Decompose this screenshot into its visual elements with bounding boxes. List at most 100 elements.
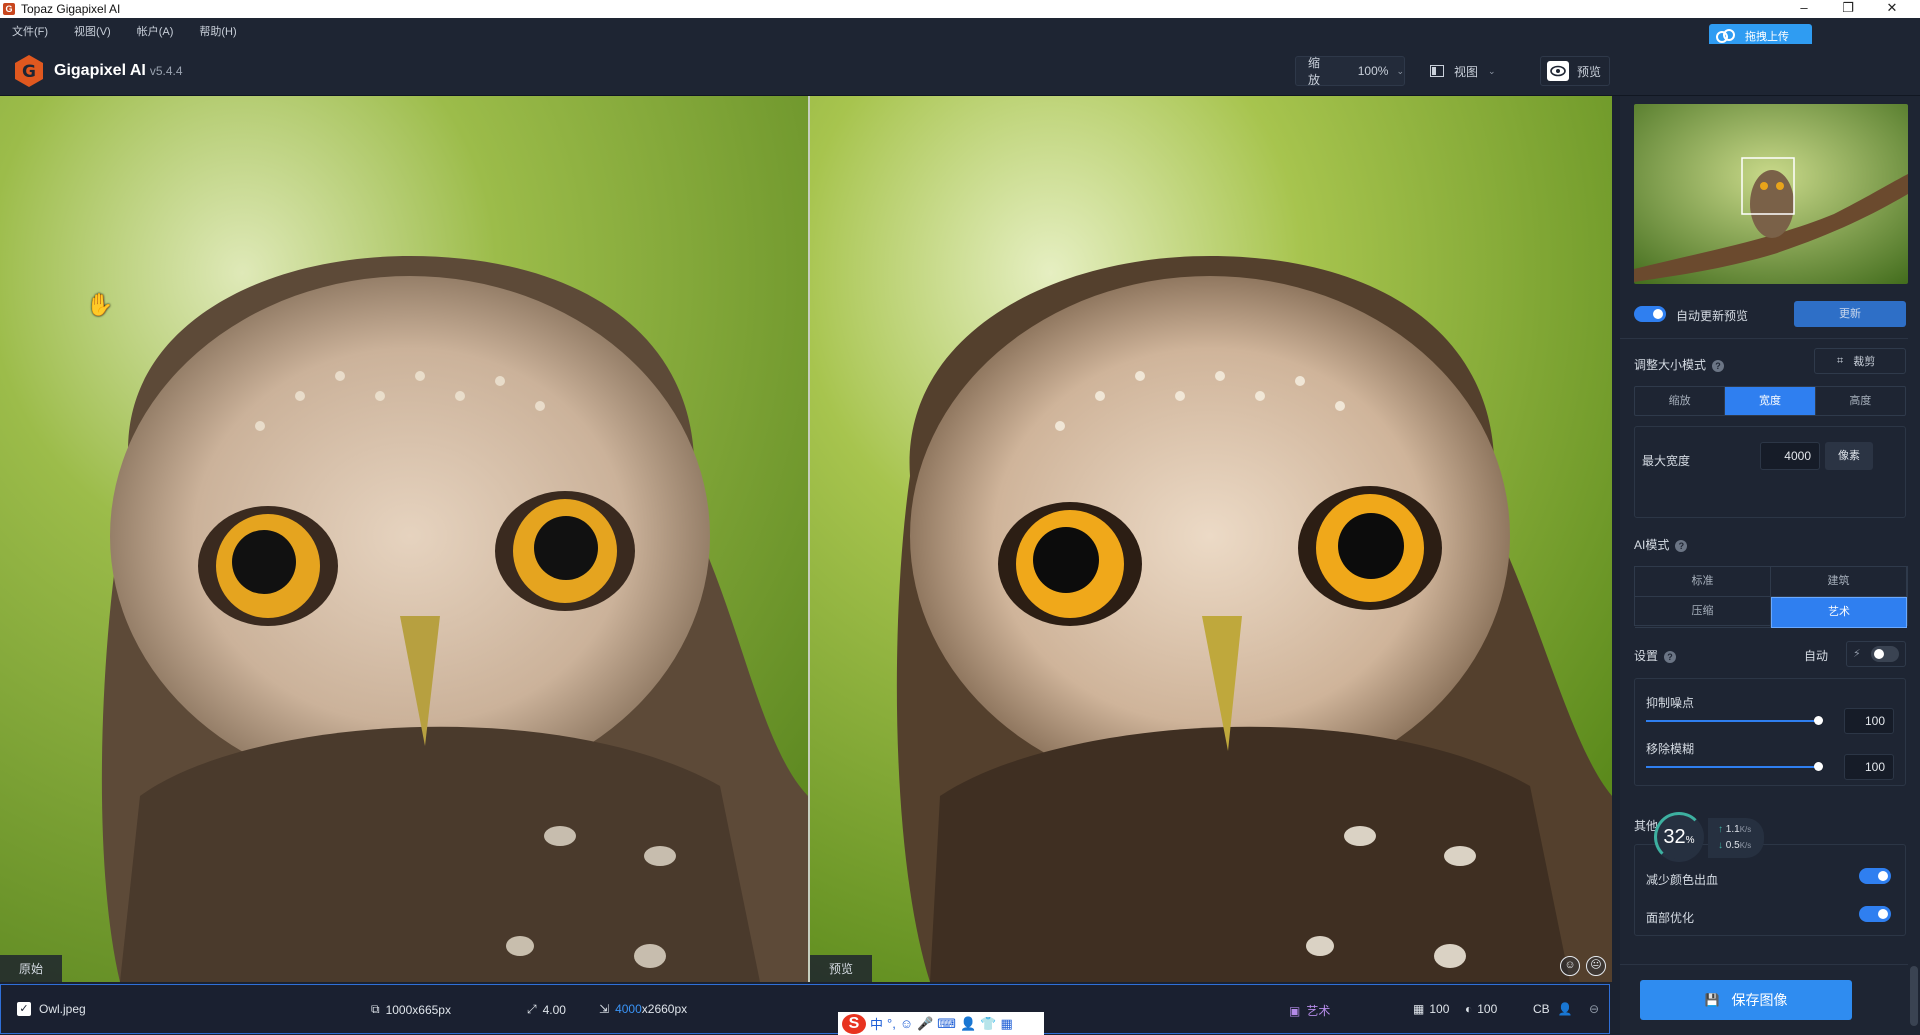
noise-icon: ▦ (1413, 1002, 1425, 1016)
max-width-input[interactable]: 4000 (1760, 442, 1820, 470)
menu-bar: 文件(F) 视图(V) 帐户(A) 帮助(H) (0, 18, 1920, 44)
view-dropdown[interactable]: 视图 ⌄ (1430, 56, 1510, 86)
zoom-dropdown[interactable]: 缩放 100% ⌄ (1295, 56, 1405, 87)
noise-slider-knob[interactable] (1814, 716, 1823, 725)
blur-status-value: 100 (1477, 1002, 1498, 1016)
navigator-thumbnail[interactable] (1634, 104, 1908, 284)
menu-account[interactable]: 帐户(A) (137, 23, 174, 39)
noise-status-value: 100 (1429, 1002, 1450, 1016)
art-mode-icon: ▣ (1289, 1003, 1301, 1018)
output-width: 4000 (615, 1002, 642, 1016)
checkbox-checked-icon[interactable]: ✓ (17, 1002, 31, 1016)
lightning-icon: ⚡ (1853, 648, 1861, 660)
split-view-icon (1430, 65, 1444, 77)
ime-user-icon[interactable]: 👤 (960, 1016, 976, 1032)
source-size: ⧉ 1000x665px (371, 1002, 451, 1017)
scale-factor: ⤢ 4.00 (527, 1002, 566, 1017)
upload-speed: 1.1 (1725, 824, 1740, 835)
blur-label: 移除模糊 (1646, 742, 1695, 756)
cpu-percent: 32 (1663, 826, 1686, 848)
original-image-pane[interactable]: 原始 ✋ (0, 96, 808, 982)
download-speed-unit: K/s (1739, 841, 1752, 850)
unit-button[interactable]: 像素 (1825, 442, 1873, 470)
output-size-icon: ⇲ (599, 1002, 610, 1016)
color-bleed-toggle[interactable] (1859, 868, 1891, 884)
resize-mode-scale[interactable]: 缩放 (1635, 387, 1726, 415)
auto-label: 自动 (1804, 649, 1829, 663)
file-select[interactable]: ✓ Owl.jpeg (17, 1002, 86, 1016)
ime-chinese[interactable]: 中 (870, 1014, 883, 1033)
cpu-usage-meter[interactable]: 32% (1654, 812, 1704, 862)
original-label: 原始 (0, 955, 63, 982)
noise-slider[interactable] (1646, 720, 1818, 722)
neutral-face-icon[interactable]: 😐 (1586, 956, 1606, 976)
crop-button[interactable]: ⌗ 裁剪 (1814, 348, 1906, 374)
blur-icon: ◐ (1465, 1002, 1473, 1016)
maximize-button[interactable]: ❐ (1830, 0, 1866, 18)
thumbnail-image (1634, 104, 1908, 284)
divider (1620, 964, 1920, 965)
blur-input[interactable]: 100 (1844, 754, 1894, 780)
ime-mic-icon[interactable]: 🎤 (917, 1016, 933, 1032)
auto-settings-toggle-wrap[interactable]: ⚡ (1846, 641, 1906, 667)
network-speed: ↑ 1.1K/s ↓ 0.5K/s (1708, 818, 1764, 858)
save-image-button[interactable]: 💾 保存图像 (1640, 980, 1852, 1020)
max-width-panel (1634, 426, 1906, 518)
drag-upload-label: 拖拽上传 (1745, 31, 1789, 43)
upload-arrow-icon: ↑ (1718, 824, 1726, 835)
ime-punct[interactable]: °, (887, 1016, 896, 1031)
ime-toolbar[interactable]: S 中 °, ☺ 🎤 ⌨ 👤 👕 ▦ (838, 1012, 1044, 1035)
ai-mode-art[interactable]: 艺术 (1771, 597, 1907, 628)
minimize-button[interactable]: – (1786, 0, 1822, 18)
crop-icon: ⌗ (1837, 354, 1844, 367)
close-button[interactable]: ✕ (1874, 0, 1910, 18)
divider (1620, 338, 1920, 339)
crop-label: 裁剪 (1853, 356, 1876, 368)
save-image-label: 保存图像 (1731, 992, 1788, 1008)
color-bleed-label: 减少颜色出血 (1646, 873, 1719, 887)
preview-image-pane[interactable]: 预览 ☺ 😐 (810, 96, 1612, 982)
output-size: ⇲ 4000 x2660px (599, 1002, 687, 1016)
source-size-icon: ⧉ (371, 1002, 380, 1016)
help-icon[interactable]: ? (1675, 540, 1688, 552)
settings-title: 设置? (1634, 647, 1677, 664)
ai-mode-standard[interactable]: 标准 (1635, 567, 1771, 597)
auto-update-toggle[interactable] (1634, 306, 1666, 322)
help-icon[interactable]: ? (1664, 651, 1677, 663)
blur-slider[interactable] (1646, 766, 1818, 768)
ime-keyboard-icon[interactable]: ⌨ (937, 1016, 956, 1032)
ai-mode-compressed[interactable]: 压缩 (1635, 597, 1771, 628)
menu-view[interactable]: 视图(V) (74, 23, 111, 39)
remove-image-icon[interactable]: ⊖ (1589, 1002, 1599, 1016)
upload-speed-unit: K/s (1739, 825, 1752, 834)
resize-mode-height[interactable]: 高度 (1816, 387, 1905, 415)
preview-pane-label: 预览 (810, 955, 873, 982)
menu-file[interactable]: 文件(F) (12, 23, 48, 39)
ime-grid-icon[interactable]: ▦ (1000, 1016, 1012, 1032)
image-status-bar[interactable]: ✓ Owl.jpeg ⧉ 1000x665px ⤢ 4.00 ⇲ 4000 x2… (0, 984, 1610, 1034)
title-bar: G Topaz Gigapixel AI – ❐ ✕ (0, 0, 1920, 18)
cloud-icon (1716, 29, 1735, 43)
smile-face-icon[interactable]: ☺ (1560, 956, 1580, 976)
download-speed: 0.5 (1725, 840, 1740, 851)
auto-settings-toggle[interactable] (1871, 646, 1899, 662)
ai-mode-grid: 标准 建筑 压缩 艺术 (1634, 566, 1908, 628)
face-refine-toggle[interactable] (1859, 906, 1891, 922)
noise-input[interactable]: 100 (1844, 708, 1894, 734)
resize-mode-width[interactable]: 宽度 (1725, 387, 1816, 415)
color-status: CB 👤 (1533, 1002, 1573, 1016)
ime-emoji-icon[interactable]: ☺ (900, 1016, 913, 1031)
menu-help[interactable]: 帮助(H) (199, 23, 236, 39)
help-icon[interactable]: ? (1712, 360, 1725, 372)
preview-toggle-button[interactable]: 预览 (1540, 56, 1610, 86)
blur-slider-knob[interactable] (1814, 762, 1823, 771)
ai-mode-architecture[interactable]: 建筑 (1771, 567, 1907, 597)
scrollbar-thumb[interactable] (1910, 966, 1918, 1026)
update-button[interactable]: 更新 (1794, 301, 1906, 327)
ime-skin-icon[interactable]: 👕 (980, 1016, 996, 1032)
ai-mode-value: 艺术 (1306, 1004, 1331, 1018)
sidebar-scrollbar[interactable] (1908, 96, 1920, 1035)
noise-status: ▦ 100 (1413, 1002, 1449, 1016)
app-toolbar: G Gigapixel AI v5.4.4 (0, 44, 1920, 96)
sogou-logo-icon: S (842, 1013, 866, 1034)
